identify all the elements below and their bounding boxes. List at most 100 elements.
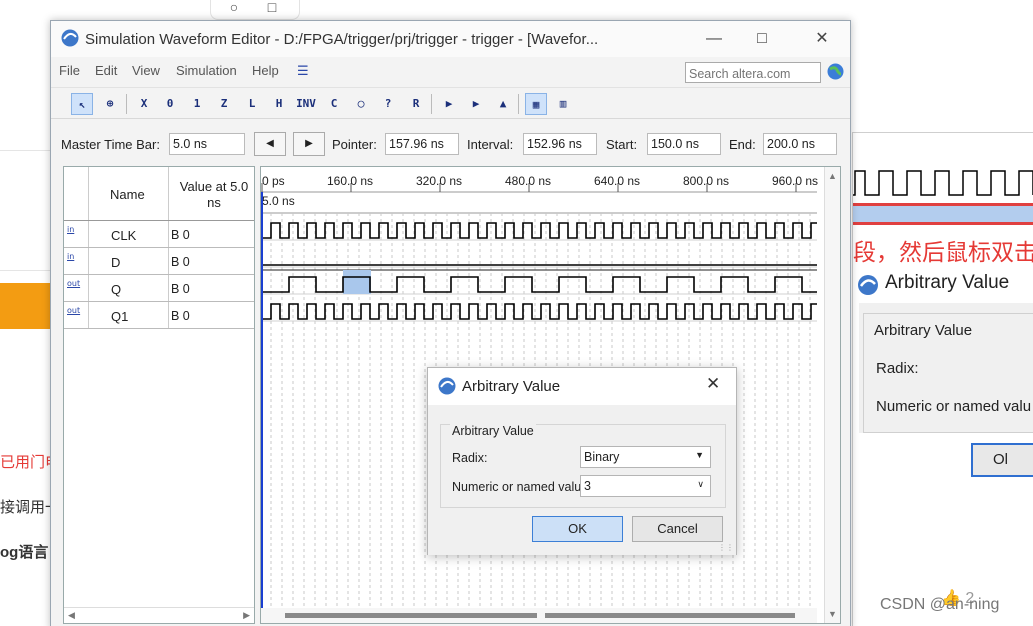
highlight-bar	[853, 203, 1033, 225]
page-highlight-text: 段，然后鼠标双击	[853, 239, 1033, 265]
menu-edit[interactable]: Edit	[95, 63, 117, 78]
quartus-icon	[858, 275, 878, 295]
tick-label: 160.0 ns	[327, 174, 373, 188]
globe-icon[interactable]	[827, 63, 844, 80]
value-combobox-value: 3	[584, 479, 591, 493]
radix-label: Radix:	[452, 451, 488, 465]
signal-list-header: Name Value at 5.0 ns	[64, 167, 254, 221]
resize-grip-icon[interactable]: ⋮⋮	[718, 543, 734, 552]
start-field: 150.0 ns	[647, 133, 721, 155]
close-icon[interactable]: ✕	[706, 374, 720, 394]
grouping-icon[interactable]: ▥	[552, 93, 574, 115]
interval-field: 152.96 ns	[523, 133, 597, 155]
signal-name: D	[111, 255, 121, 270]
random-value-icon[interactable]: R	[405, 93, 427, 115]
scroll-up-icon[interactable]: ▲	[828, 171, 837, 181]
tick-label: 960.0 ns	[772, 174, 818, 188]
help-chat-icon[interactable]: ☰	[297, 63, 309, 79]
signal-name: CLK	[111, 228, 137, 243]
signal-row[interactable]: in CLK B 0	[64, 221, 254, 248]
previous-transition-button[interactable]: ◀	[254, 132, 286, 156]
select-tool-icon[interactable]: ↖	[71, 93, 93, 115]
interval-label: Interval:	[467, 137, 514, 152]
search-icon[interactable]: ○	[225, 0, 243, 14]
master-time-bar-label: Master Time Bar:	[61, 137, 160, 152]
search-input[interactable]	[685, 62, 821, 83]
page-text-line: 接调用一	[0, 499, 52, 516]
count-value-icon[interactable]: C	[323, 93, 345, 115]
ok-button[interactable]: Ol	[971, 443, 1033, 477]
dropdown-arrow-icon: ▼	[695, 450, 704, 460]
menu-file[interactable]: File	[59, 63, 80, 78]
minimize-icon[interactable]: —	[699, 27, 729, 51]
pointer-field: 157.96 ns	[385, 133, 459, 155]
radix-select[interactable]: Binary ▼	[580, 446, 711, 468]
scroll-left-icon[interactable]: ◀	[68, 610, 75, 621]
force-low-icon[interactable]: 0	[159, 93, 181, 115]
signal-row[interactable]: out Q B 0	[64, 275, 254, 302]
cancel-button[interactable]: Cancel	[632, 516, 723, 542]
clock-waveform-partial	[853, 170, 1033, 196]
value-column-header[interactable]: Value at 5.0 ns	[174, 179, 254, 211]
pointer-label: Pointer:	[332, 137, 377, 152]
scroll-right-icon[interactable]: ▶	[243, 610, 250, 621]
tick-label: 480.0 ns	[505, 174, 551, 188]
force-weak-high-icon[interactable]: H	[268, 93, 290, 115]
scroll-thumb	[545, 613, 795, 618]
radix-select-value: Binary	[584, 450, 620, 464]
quartus-icon	[61, 29, 79, 47]
input-pin-icon: in	[67, 225, 75, 234]
comment-icon[interactable]: □	[263, 0, 281, 14]
maximize-icon[interactable]: □	[747, 27, 777, 51]
signal-value: B 0	[171, 309, 190, 323]
grid-snap-icon[interactable]: ▦	[525, 93, 547, 115]
time-bar: Master Time Bar: 5.0 ns ◀ ▶ Pointer: 157…	[51, 127, 850, 159]
force-unknown-icon[interactable]: X	[133, 93, 155, 115]
tick-label: 800.0 ns	[683, 174, 729, 188]
force-high-z-icon[interactable]: Z	[213, 93, 235, 115]
signal-value: B 0	[171, 255, 190, 269]
quartus-icon	[438, 377, 456, 395]
output-pin-icon: out	[67, 279, 81, 288]
menu-view[interactable]: View	[132, 63, 160, 78]
horizontal-scrollbar[interactable]: ◀ ▶	[64, 607, 254, 623]
toolbar-separator	[431, 94, 432, 114]
end-label: End:	[729, 137, 756, 152]
force-weak-low-icon[interactable]: L	[241, 93, 263, 115]
name-column-header[interactable]: Name	[110, 187, 145, 202]
group-title: Arbitrary Value	[874, 322, 973, 339]
chevron-down-icon: ∨	[697, 479, 704, 489]
input-pin-icon: in	[67, 252, 75, 261]
vertical-scrollbar[interactable]: ▲ ▼	[824, 167, 840, 623]
value-label: Numeric or named value:	[452, 480, 592, 494]
master-time-bar-field[interactable]: 5.0 ns	[169, 133, 245, 155]
ok-button[interactable]: OK	[532, 516, 623, 542]
signal-row[interactable]: out Q1 B 0	[64, 302, 254, 329]
value-combobox[interactable]: 3 ∨	[580, 475, 711, 497]
watermark: CSDN @an-ning	[880, 596, 1000, 613]
signal-row[interactable]: in D B 0	[64, 248, 254, 275]
radix-label: Radix:	[876, 360, 919, 377]
invert-icon[interactable]: INV	[295, 93, 317, 115]
overwrite-clock-icon[interactable]: ◯	[350, 93, 372, 115]
menu-simulation[interactable]: Simulation	[176, 63, 237, 78]
signal-name: Q	[111, 282, 122, 297]
menu-help[interactable]: Help	[252, 63, 279, 78]
scroll-down-icon[interactable]: ▼	[828, 609, 837, 619]
dialog-title: Arbitrary Value	[462, 378, 561, 395]
zoom-tool-icon[interactable]: ⊕	[99, 93, 121, 115]
next-transition-button[interactable]: ▶	[293, 132, 325, 156]
page-text-line: 已用门电	[0, 454, 52, 471]
force-high-icon[interactable]: 1	[186, 93, 208, 115]
timing-simulation-icon[interactable]: ▶	[465, 93, 487, 115]
arbitrary-value-icon[interactable]: ?	[377, 93, 399, 115]
page-orange-block	[0, 283, 52, 329]
window-title: Simulation Waveform Editor - D:/FPGA/tri…	[85, 31, 599, 48]
output-pin-icon: out	[67, 306, 81, 315]
generate-netlist-icon[interactable]: ▲	[492, 93, 514, 115]
dialog-body: Arbitrary Value Radix: Numeric or named …	[859, 303, 1033, 433]
selection-highlight	[343, 270, 371, 294]
arbitrary-value-dialog: Arbitrary Value ✕ Arbitrary Value Radix:…	[427, 367, 737, 555]
close-icon[interactable]: ✕	[807, 27, 837, 51]
functional-simulation-icon[interactable]: ▶	[438, 93, 460, 115]
